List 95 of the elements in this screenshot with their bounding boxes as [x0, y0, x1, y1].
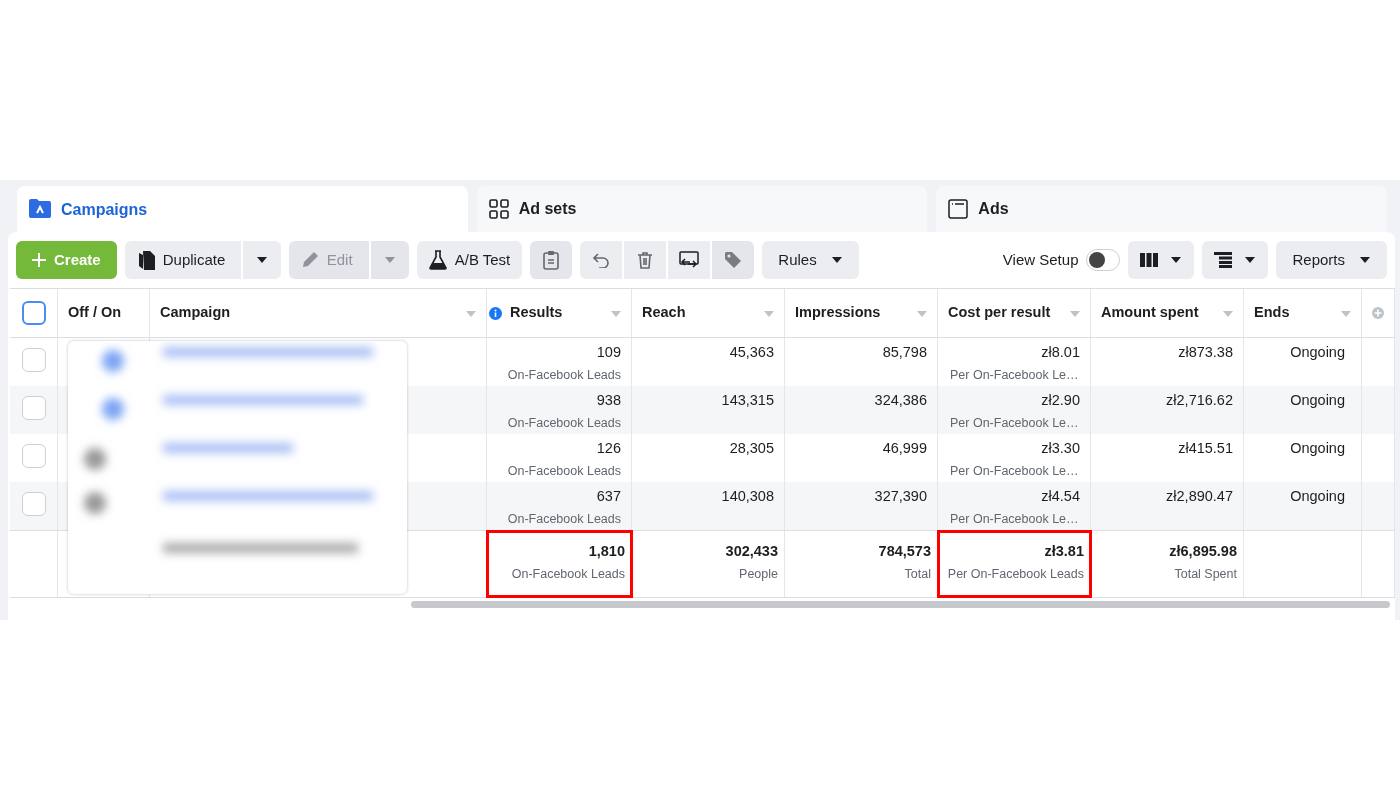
- caret-icon: [830, 256, 843, 264]
- table-cell-subtitle: On-Facebook Leads: [506, 414, 621, 432]
- table-cell: 938: [596, 392, 621, 408]
- duplicate-button[interactable]: Duplicate: [124, 241, 241, 279]
- columns-button[interactable]: [1128, 241, 1195, 279]
- table-cell: 28,305: [729, 440, 774, 456]
- row-checkbox[interactable]: [22, 396, 46, 420]
- caret-icon: [1170, 256, 1183, 264]
- column-header[interactable]: Ends: [1254, 302, 1290, 324]
- row-checkbox[interactable]: [22, 492, 46, 516]
- undo-icon: [592, 252, 611, 268]
- tab[interactable]: Ad sets: [476, 186, 928, 232]
- table-cell: Ongoing: [1290, 344, 1345, 360]
- rules-button[interactable]: Rules: [762, 241, 859, 279]
- total-subtitle: Per On-Facebook Leads: [946, 565, 1084, 583]
- table-cell: 46,999: [882, 440, 927, 456]
- column-header[interactable]: Results: [510, 302, 563, 324]
- pencil-icon: [300, 251, 319, 269]
- grid-icon: [488, 199, 509, 219]
- tag-button[interactable]: [712, 241, 755, 279]
- total-subtitle: On-Facebook Leads: [510, 565, 625, 583]
- column-header[interactable]: Impressions: [795, 302, 881, 324]
- row-checkbox[interactable]: [22, 444, 46, 468]
- table-cell: 109: [596, 344, 621, 360]
- add-column-icon: [1372, 306, 1384, 320]
- dropdown-button[interactable]: [242, 241, 281, 279]
- tab[interactable]: Campaigns: [17, 186, 468, 232]
- copy-icon: [136, 250, 155, 270]
- table-cell: Ongoing: [1290, 488, 1345, 504]
- view-setup-toggle[interactable]: [1086, 249, 1121, 271]
- swap-icon: [679, 251, 700, 269]
- table-cell: zł8.01: [1041, 344, 1080, 360]
- column-header[interactable]: Campaign: [160, 302, 231, 324]
- table-cell: 85,798: [882, 344, 927, 360]
- plus-icon: [32, 253, 46, 267]
- total-subtitle: Total Spent: [1173, 565, 1237, 583]
- columns-icon: [1140, 252, 1159, 268]
- table-cell-subtitle: On-Facebook Leads: [506, 366, 621, 384]
- clipboard-icon: [543, 250, 560, 270]
- undo-button[interactable]: [580, 241, 623, 279]
- tab[interactable]: Ads: [936, 186, 1387, 232]
- table-cell-subtitle: On-Facebook Leads: [506, 462, 621, 480]
- total-value: zł6,895.98: [1169, 543, 1237, 559]
- window-icon: [948, 199, 969, 219]
- table-cell: zł2,716.62: [1166, 392, 1233, 408]
- column-header[interactable]: Cost per result: [948, 302, 1051, 324]
- table-cell: 327,390: [874, 488, 927, 504]
- table-cell: zł3.30: [1041, 440, 1080, 456]
- highlighted-total: 1,810: [588, 543, 625, 559]
- caret-icon: [1359, 256, 1371, 264]
- table-cell: 126: [596, 440, 621, 456]
- table-cell: Ongoing: [1290, 440, 1345, 456]
- total-value: 302,433: [725, 543, 778, 559]
- breakdown-button[interactable]: [1202, 241, 1269, 279]
- table-cell: zł873.38: [1178, 344, 1233, 360]
- scrollbar[interactable]: [411, 601, 1390, 608]
- total-subtitle: People: [738, 565, 778, 583]
- highlighted-total: zł3.81: [1044, 543, 1084, 559]
- swap-button[interactable]: [668, 241, 711, 279]
- table-cell: 45,363: [729, 344, 774, 360]
- tag-icon: [724, 251, 743, 269]
- table-cell: 140,308: [721, 488, 774, 504]
- paste-button[interactable]: [530, 241, 573, 279]
- table-cell: 324,386: [874, 392, 927, 408]
- table-cell: 143,315: [721, 392, 774, 408]
- column-header[interactable]: Reach: [642, 302, 686, 324]
- trash-icon: [637, 251, 654, 269]
- table-cell: zł4.54: [1041, 488, 1080, 504]
- select-all-checkbox[interactable]: [21, 301, 46, 325]
- flask-icon: [428, 250, 447, 270]
- caret-icon: [383, 256, 396, 264]
- table-cell: 637: [596, 488, 621, 504]
- table-cell-subtitle: Per On-Facebook Le…: [950, 510, 1080, 528]
- ab-test-button[interactable]: A/B Test: [416, 241, 523, 279]
- total-subtitle: Total: [903, 565, 931, 583]
- row-checkbox[interactable]: [22, 348, 46, 372]
- total-value: 784,573: [878, 543, 931, 559]
- table-cell-subtitle: Per On-Facebook Le…: [950, 366, 1080, 384]
- table-cell: zł2.90: [1041, 392, 1080, 408]
- table-cell-subtitle: Per On-Facebook Le…: [950, 414, 1080, 432]
- folder-icon: [29, 198, 51, 218]
- table-cell: Ongoing: [1290, 392, 1345, 408]
- table-cell-subtitle: On-Facebook Leads: [506, 510, 621, 528]
- breakdown-icon: [1214, 252, 1233, 268]
- caret-icon: [1244, 256, 1257, 264]
- table-cell: zł415.51: [1178, 440, 1233, 456]
- caret-icon: [255, 256, 268, 264]
- dropdown-button[interactable]: [370, 241, 409, 279]
- view-setup-label: View Setup: [1002, 249, 1079, 270]
- table-cell: zł2,890.47: [1166, 488, 1233, 504]
- reports-button[interactable]: Reports: [1276, 241, 1387, 279]
- table-cell-subtitle: Per On-Facebook Le…: [950, 462, 1080, 480]
- column-header[interactable]: Amount spent: [1101, 302, 1199, 324]
- column-header[interactable]: Off / On: [68, 302, 122, 324]
- delete-button[interactable]: [624, 241, 667, 279]
